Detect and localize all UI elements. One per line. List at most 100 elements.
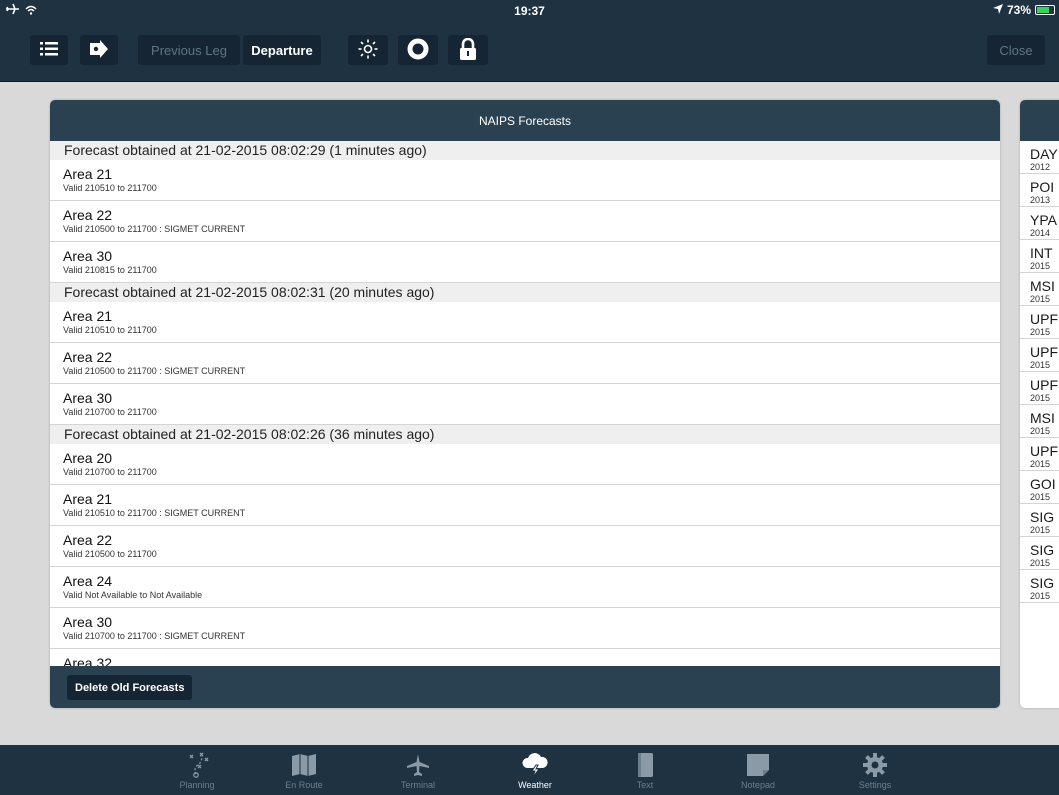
gear-icon [862,752,888,778]
lock-button[interactable] [448,35,488,65]
forecast-row[interactable]: Area 21 Valid 210510 to 211700 [50,302,1000,343]
lifebuoy-icon [407,38,429,63]
forecast-validity: Valid 210700 to 211700 [63,407,157,417]
secondary-item-title: GOI [1030,476,1056,492]
forecast-validity: Valid 210500 to 211700 : SIGMET CURRENT [63,224,246,234]
airplane-icon [406,752,430,778]
tab-label: Terminal [400,780,435,790]
forecast-row[interactable]: Area 22 Valid 210500 to 211700 : SIGMET C… [50,343,1000,384]
secondary-list-item[interactable]: SIG 2015 [1020,504,1059,537]
forecast-row[interactable]: Area 22 Valid 210500 to 211700 [50,526,1000,567]
secondary-item-subtitle: 2015 [1030,492,1051,502]
list-menu-button[interactable] [30,35,68,65]
secondary-item-title: SIG [1030,509,1055,525]
forecast-validity: Valid 210500 to 211700 : SIGMET CURRENT [63,366,246,376]
secondary-item-title: POI [1030,179,1055,195]
forecast-validity: Valid Not Available to Not Available [63,590,203,600]
forecast-row[interactable]: Area 24 Valid Not Available to Not Availa… [50,567,1000,608]
forecast-area-title: Area 20 [63,450,113,466]
secondary-list-item[interactable]: UPF 2015 [1020,306,1059,339]
secondary-list-item[interactable]: MSI 2015 [1020,405,1059,438]
location-icon [992,3,1003,17]
forecast-row[interactable]: Area 22 Valid 210500 to 211700 : SIGMET C… [50,201,1000,242]
tab-planning[interactable]: Planning [157,745,237,795]
tab-label: Text [636,780,654,790]
forecast-group-heading: Forecast obtained at 21-02-2015 08:02:31… [50,283,1000,302]
delete-old-forecasts-button[interactable]: Delete Old Forecasts [67,675,193,700]
tab-notepad[interactable]: Notepad [718,745,798,795]
secondary-list-item[interactable]: UPF 2015 [1020,339,1059,372]
secondary-list-item[interactable]: INT 2015 [1020,240,1059,273]
secondary-list-item[interactable]: YPA 2014 [1020,207,1059,240]
forecast-validity: Valid 210510 to 211700 [63,183,157,193]
forecast-validity: Valid 210510 to 211700 : SIGMET CURRENT [63,508,246,518]
tab-en-route[interactable]: En Route [264,745,344,795]
secondary-item-subtitle: 2015 [1030,426,1051,436]
forecast-row[interactable]: Area 30 Valid 210700 to 211700 : SIGMET C… [50,608,1000,649]
forecast-row[interactable]: Area 32 [50,649,1000,666]
forecast-row[interactable]: Area 30 Valid 210815 to 211700 [50,242,1000,283]
close-button[interactable]: Close [987,35,1045,65]
tab-label: Settings [858,780,892,790]
forecast-validity: Valid 210815 to 211700 [63,265,157,275]
secondary-list-item[interactable]: POI 2013 [1020,174,1059,207]
forecast-area-title: Area 21 [63,491,113,507]
tab-text[interactable]: Text [605,745,685,795]
secondary-item-title: SIG [1030,542,1055,558]
sun-icon [358,39,378,62]
status-time: 19:37 [514,4,545,18]
lock-icon [459,37,477,63]
forecast-area-title: Area 21 [63,308,113,324]
secondary-list-item[interactable]: SIG 2015 [1020,570,1059,603]
secondary-item-title: YPA [1030,212,1057,228]
secondary-item-subtitle: 2015 [1030,525,1051,535]
forecast-area-title: Area 32 [63,655,113,666]
notepad-icon [746,752,770,778]
tab-bar: Planning En Route Terminal Weather Text Notep… [0,745,1059,795]
forecast-row[interactable]: Area 21 Valid 210510 to 211700 : SIGMET C… [50,485,1000,526]
forecast-area-title: Area 21 [63,166,113,182]
tab-settings[interactable]: Settings [835,745,915,795]
secondary-item-subtitle: 2015 [1030,591,1051,601]
secondary-list-item[interactable]: UPF 2015 [1020,372,1059,405]
forecast-row[interactable]: Area 21 Valid 210510 to 211700 [50,160,1000,201]
secondary-item-subtitle: 2015 [1030,558,1051,568]
secondary-list-item[interactable]: GOI 2015 [1020,471,1059,504]
forecast-area-title: Area 22 [63,349,113,365]
forecast-area-title: Area 30 [63,248,113,264]
secondary-item-title: UPF [1030,443,1058,459]
secondary-list-item[interactable]: UPF 2015 [1020,438,1059,471]
battery-icon [1035,5,1055,15]
forecast-row[interactable]: Area 20 Valid 210700 to 211700 [50,444,1000,485]
book-icon [635,752,655,778]
forecast-group-heading: Forecast obtained at 21-02-2015 08:02:26… [50,425,1000,444]
secondary-item-subtitle: 2015 [1030,459,1051,469]
secondary-item-title: MSI [1030,278,1055,294]
secondary-panel: DAY 2012 POI 2013 YPA 2014 INT 2015 MSI 2015 UPF 20… [1020,100,1059,708]
tab-label: Planning [179,780,215,790]
secondary-item-subtitle: 2013 [1030,195,1051,205]
tab-weather[interactable]: Weather [495,745,575,795]
secondary-list-item[interactable]: DAY 2012 [1020,141,1059,174]
tab-label: Weather [518,780,552,790]
secondary-item-subtitle: 2015 [1030,393,1051,403]
forecast-area-title: Area 30 [63,614,113,630]
brightness-button[interactable] [348,35,388,65]
route-button[interactable] [80,35,118,65]
secondary-list-item[interactable]: MSI 2015 [1020,273,1059,306]
previous-leg-button[interactable]: Previous Leg [138,35,240,65]
secondary-item-subtitle: 2012 [1030,162,1051,172]
secondary-list[interactable]: DAY 2012 POI 2013 YPA 2014 INT 2015 MSI 2015 UPF 20… [1020,141,1059,708]
departure-button[interactable]: Departure [243,35,321,65]
secondary-item-subtitle: 2015 [1030,360,1051,370]
forecast-list[interactable]: Forecast obtained at 21-02-2015 08:02:29… [50,141,1000,666]
tab-terminal[interactable]: Terminal [378,745,458,795]
secondary-item-title: UPF [1030,311,1058,327]
forecast-validity: Valid 210500 to 211700 [63,549,157,559]
forecast-area-title: Area 30 [63,390,113,406]
secondary-panel-header [1020,100,1059,141]
naips-forecasts-panel: NAIPS Forecasts Forecast obtained at 21-… [50,100,1000,708]
forecast-row[interactable]: Area 30 Valid 210700 to 211700 [50,384,1000,425]
help-button[interactable] [398,35,438,65]
secondary-list-item[interactable]: SIG 2015 [1020,537,1059,570]
